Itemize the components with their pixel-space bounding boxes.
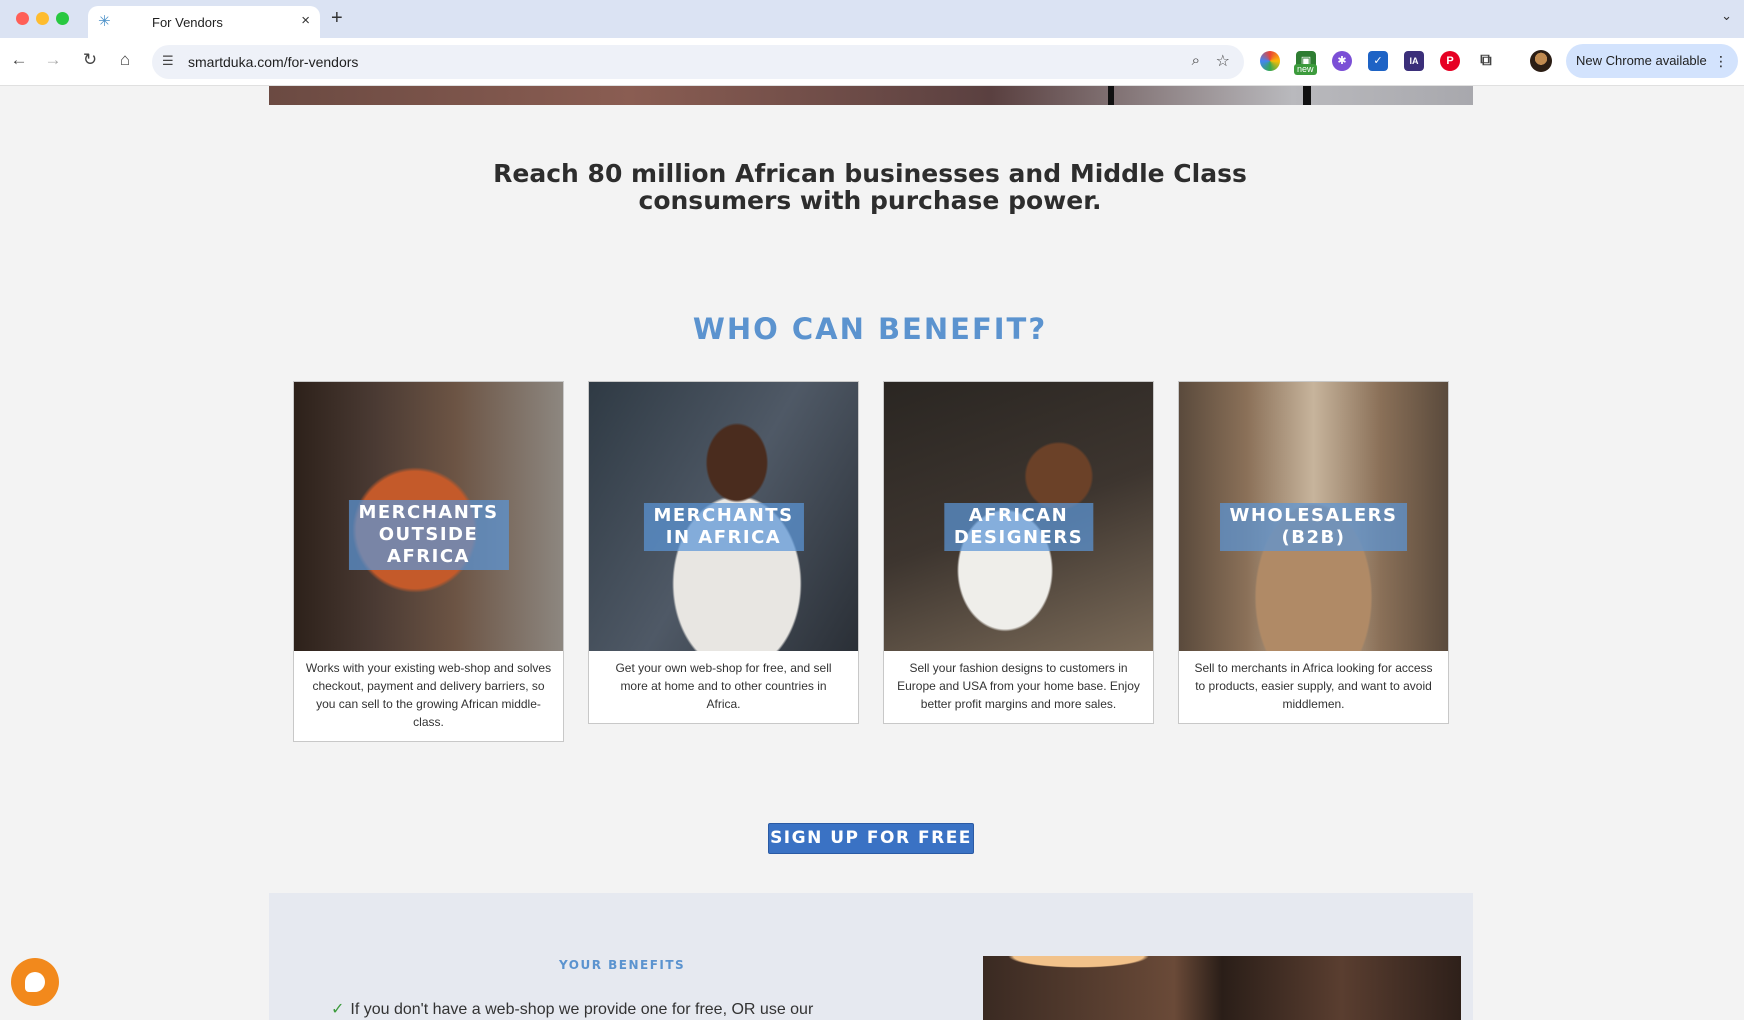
update-label: New Chrome available [1576, 53, 1707, 68]
close-icon[interactable]: × [301, 12, 310, 30]
card-label: MERCHANTS OUTSIDE AFRICA [348, 500, 509, 570]
extension-gear-icon[interactable]: ✱ [1332, 51, 1352, 71]
url-text[interactable]: smartduka.com/for-vendors [188, 54, 358, 70]
chevron-down-icon[interactable]: ⌄ [1721, 8, 1732, 24]
new-chrome-available-button[interactable]: New Chrome available ⋮ [1566, 44, 1738, 78]
extension-color-icon[interactable] [1260, 51, 1280, 71]
card-label: WHOLESALERS (B2B) [1219, 503, 1408, 551]
reload-button[interactable]: ↻ [79, 50, 101, 70]
pinterest-icon[interactable]: P [1440, 51, 1460, 71]
extension-ia-icon[interactable]: IA [1404, 51, 1424, 71]
new-tab-button[interactable]: + [331, 7, 343, 29]
benefit-text: If you don't have a web-shop we provide … [350, 1001, 814, 1018]
extension-new-badge: new [1294, 64, 1317, 75]
tab-title: For Vendors [152, 15, 223, 30]
hero-image-bottom [269, 86, 1473, 105]
bookmark-star-icon[interactable]: ☆ [1216, 51, 1230, 71]
snowflake-icon: ✳ [98, 13, 111, 30]
profile-avatar[interactable] [1530, 50, 1552, 72]
card-image: AFRICAN DESIGNERS [884, 382, 1153, 651]
card-african-designers: AFRICAN DESIGNERS Sell your fashion desi… [883, 381, 1154, 724]
browser-tab-bar: ✳ For Vendors × + ⌄ [0, 0, 1744, 38]
window-minimize-button[interactable] [36, 12, 49, 25]
chat-icon[interactable] [11, 958, 59, 1006]
section-title: WHO CAN BENEFIT? [692, 312, 1048, 346]
tab-for-vendors[interactable]: ✳ For Vendors × [88, 6, 320, 38]
benefits-image [983, 956, 1461, 1020]
card-merchants-in-africa: MERCHANTS IN AFRICA Get your own web-sho… [588, 381, 859, 724]
browser-toolbar: ← → ↻ ⌂ ☰ smartduka.com/for-vendors ⌕ ☆ … [0, 38, 1744, 86]
sign-up-for-free-button[interactable]: SIGN UP FOR FREE [768, 823, 974, 854]
extension-check-icon[interactable]: ✓ [1368, 51, 1388, 71]
headline: Reach 80 million African businesses and … [493, 159, 1247, 215]
card-description: Sell your fashion designs to customers i… [897, 661, 1140, 711]
card-label: MERCHANTS IN AFRICA [643, 503, 804, 551]
zoom-icon[interactable]: ⌕ [1192, 52, 1200, 69]
benefit-item: ✓ If you don't have a web-shop we provide… [331, 999, 813, 1019]
card-image: MERCHANTS IN AFRICA [589, 382, 858, 651]
card-image: MERCHANTS OUTSIDE AFRICA [294, 382, 563, 651]
address-bar[interactable]: ☰ smartduka.com/for-vendors ⌕ ☆ [152, 45, 1244, 79]
forward-button[interactable]: → [42, 50, 64, 70]
card-merchants-outside-africa: MERCHANTS OUTSIDE AFRICA Works with your… [293, 381, 564, 742]
card-description: Get your own web-shop for free, and sell… [615, 661, 832, 711]
benefits-title: YOUR BENEFITS [559, 958, 686, 972]
card-description: Works with your existing web-shop and so… [305, 661, 552, 729]
home-button[interactable]: ⌂ [114, 50, 136, 70]
window-zoom-button[interactable] [56, 12, 69, 25]
site-info-icon[interactable]: ☰ [162, 53, 174, 69]
card-wholesalers-b2b: WHOLESALERS (B2B) Sell to merchants in A… [1178, 381, 1449, 724]
back-button[interactable]: ← [8, 50, 30, 70]
card-label: AFRICAN DESIGNERS [943, 503, 1094, 551]
benefits-section: YOUR BENEFITS ✓ If you don't have a web-s… [269, 893, 1473, 1020]
more-vert-icon[interactable]: ⋮ [1714, 44, 1728, 78]
check-icon: ✓ [331, 1001, 345, 1018]
extensions-puzzle-icon[interactable]: ⧉ [1476, 51, 1496, 71]
card-image: WHOLESALERS (B2B) [1179, 382, 1448, 651]
card-description: Sell to merchants in Africa looking for … [1194, 661, 1433, 711]
window-close-button[interactable] [16, 12, 29, 25]
